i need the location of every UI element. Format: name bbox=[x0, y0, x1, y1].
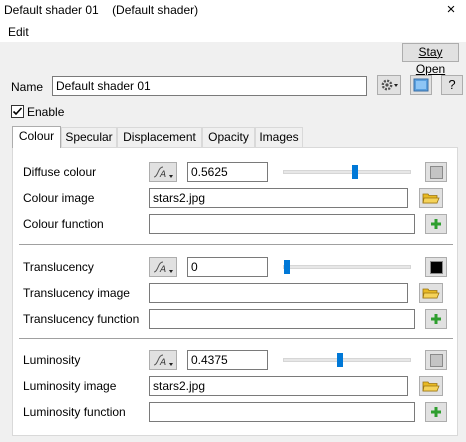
translucency-image-browse-button[interactable] bbox=[419, 283, 443, 303]
svg-text:A: A bbox=[159, 265, 166, 275]
luminosity-image-browse-button[interactable] bbox=[419, 376, 443, 396]
luminosity-function-button[interactable]: A bbox=[149, 350, 177, 370]
translucency-function-button[interactable]: A bbox=[149, 257, 177, 277]
window-title: Default shader 01 (Default shader) bbox=[4, 3, 199, 17]
help-icon: ? bbox=[448, 77, 456, 92]
luminosity-slider-thumb[interactable] bbox=[337, 353, 343, 367]
translucency-colour-button[interactable] bbox=[425, 257, 447, 277]
luminosity-function-add-button[interactable] bbox=[425, 402, 447, 422]
luminosity-colour-swatch bbox=[430, 354, 443, 367]
gear-icon bbox=[381, 79, 398, 91]
folder-icon bbox=[422, 193, 440, 204]
image-icon bbox=[413, 78, 429, 92]
svg-text:A: A bbox=[159, 358, 166, 368]
luminosity-function-label: Luminosity function bbox=[23, 405, 126, 419]
luminosity-image-label: Luminosity image bbox=[23, 379, 117, 393]
stay-open-button[interactable]: Stay Open bbox=[402, 43, 459, 76]
diffuse-colour-label: Diffuse colour bbox=[23, 165, 97, 179]
colour-function-label: Colour function bbox=[23, 217, 104, 231]
function-icon: A bbox=[153, 166, 173, 180]
luminosity-value-input[interactable]: 0.4375 bbox=[187, 350, 268, 370]
translucency-function-add-button[interactable] bbox=[425, 309, 447, 329]
luminosity-image-input[interactable]: stars2.jpg bbox=[149, 376, 408, 396]
function-icon: A bbox=[153, 261, 173, 275]
add-icon bbox=[431, 219, 441, 229]
enable-checkbox[interactable] bbox=[11, 105, 24, 118]
stay-open-label: Stay Open bbox=[415, 45, 446, 76]
luminosity-slider[interactable] bbox=[283, 353, 411, 367]
diffuse-slider[interactable] bbox=[283, 165, 411, 179]
luminosity-function-input[interactable] bbox=[149, 402, 415, 422]
colour-tab-panel: Diffuse colour A 0.5625 Colour image sta… bbox=[12, 147, 458, 436]
translucency-slider[interactable] bbox=[283, 260, 411, 274]
add-icon bbox=[431, 314, 441, 324]
translucency-image-label: Translucency image bbox=[23, 286, 130, 300]
checkmark-icon bbox=[12, 107, 23, 116]
folder-icon bbox=[422, 381, 440, 392]
translucency-function-input[interactable] bbox=[149, 309, 415, 329]
name-input[interactable]: Default shader 01 bbox=[52, 76, 367, 96]
diffuse-colour-swatch bbox=[430, 166, 443, 179]
colour-image-browse-button[interactable] bbox=[419, 188, 443, 208]
diffuse-value-input[interactable]: 0.5625 bbox=[187, 162, 268, 182]
tab-displacement[interactable]: Displacement bbox=[117, 127, 202, 148]
luminosity-label: Luminosity bbox=[23, 353, 81, 367]
translucency-slider-thumb[interactable] bbox=[284, 260, 290, 274]
colour-function-add-button[interactable] bbox=[425, 214, 447, 234]
tab-opacity[interactable]: Opacity bbox=[202, 127, 255, 148]
tab-specular[interactable]: Specular bbox=[61, 127, 117, 148]
folder-icon bbox=[422, 288, 440, 299]
colour-image-label: Colour image bbox=[23, 191, 95, 205]
function-icon: A bbox=[153, 354, 173, 368]
add-icon bbox=[431, 407, 441, 417]
diffuse-colour-button[interactable] bbox=[425, 162, 447, 182]
translucency-function-label: Translucency function bbox=[23, 312, 140, 326]
section-divider bbox=[19, 244, 453, 245]
translucency-colour-swatch bbox=[430, 261, 443, 274]
colour-image-input[interactable]: stars2.jpg bbox=[149, 188, 408, 208]
preview-button[interactable] bbox=[410, 75, 432, 95]
gear-menu-button[interactable] bbox=[377, 75, 401, 95]
translucency-label: Translucency bbox=[23, 260, 94, 274]
translucency-value-input[interactable]: 0 bbox=[187, 257, 268, 277]
tab-colour[interactable]: Colour bbox=[12, 126, 61, 148]
translucency-image-input[interactable] bbox=[149, 283, 408, 303]
svg-text:A: A bbox=[159, 170, 166, 180]
diffuse-function-button[interactable]: A bbox=[149, 162, 177, 182]
luminosity-colour-button[interactable] bbox=[425, 350, 447, 370]
colour-function-input[interactable] bbox=[149, 214, 415, 234]
name-label: Name bbox=[11, 80, 44, 94]
diffuse-slider-thumb[interactable] bbox=[352, 165, 358, 179]
menu-edit[interactable]: Edit bbox=[8, 25, 29, 39]
menu-bar: Edit bbox=[0, 21, 466, 43]
section-divider bbox=[19, 338, 453, 339]
title-bar: Default shader 01 (Default shader) × bbox=[0, 0, 466, 21]
close-icon[interactable]: × bbox=[444, 1, 458, 19]
tab-images[interactable]: Images bbox=[255, 127, 303, 148]
help-button[interactable]: ? bbox=[441, 75, 463, 95]
enable-label: Enable bbox=[27, 105, 65, 119]
